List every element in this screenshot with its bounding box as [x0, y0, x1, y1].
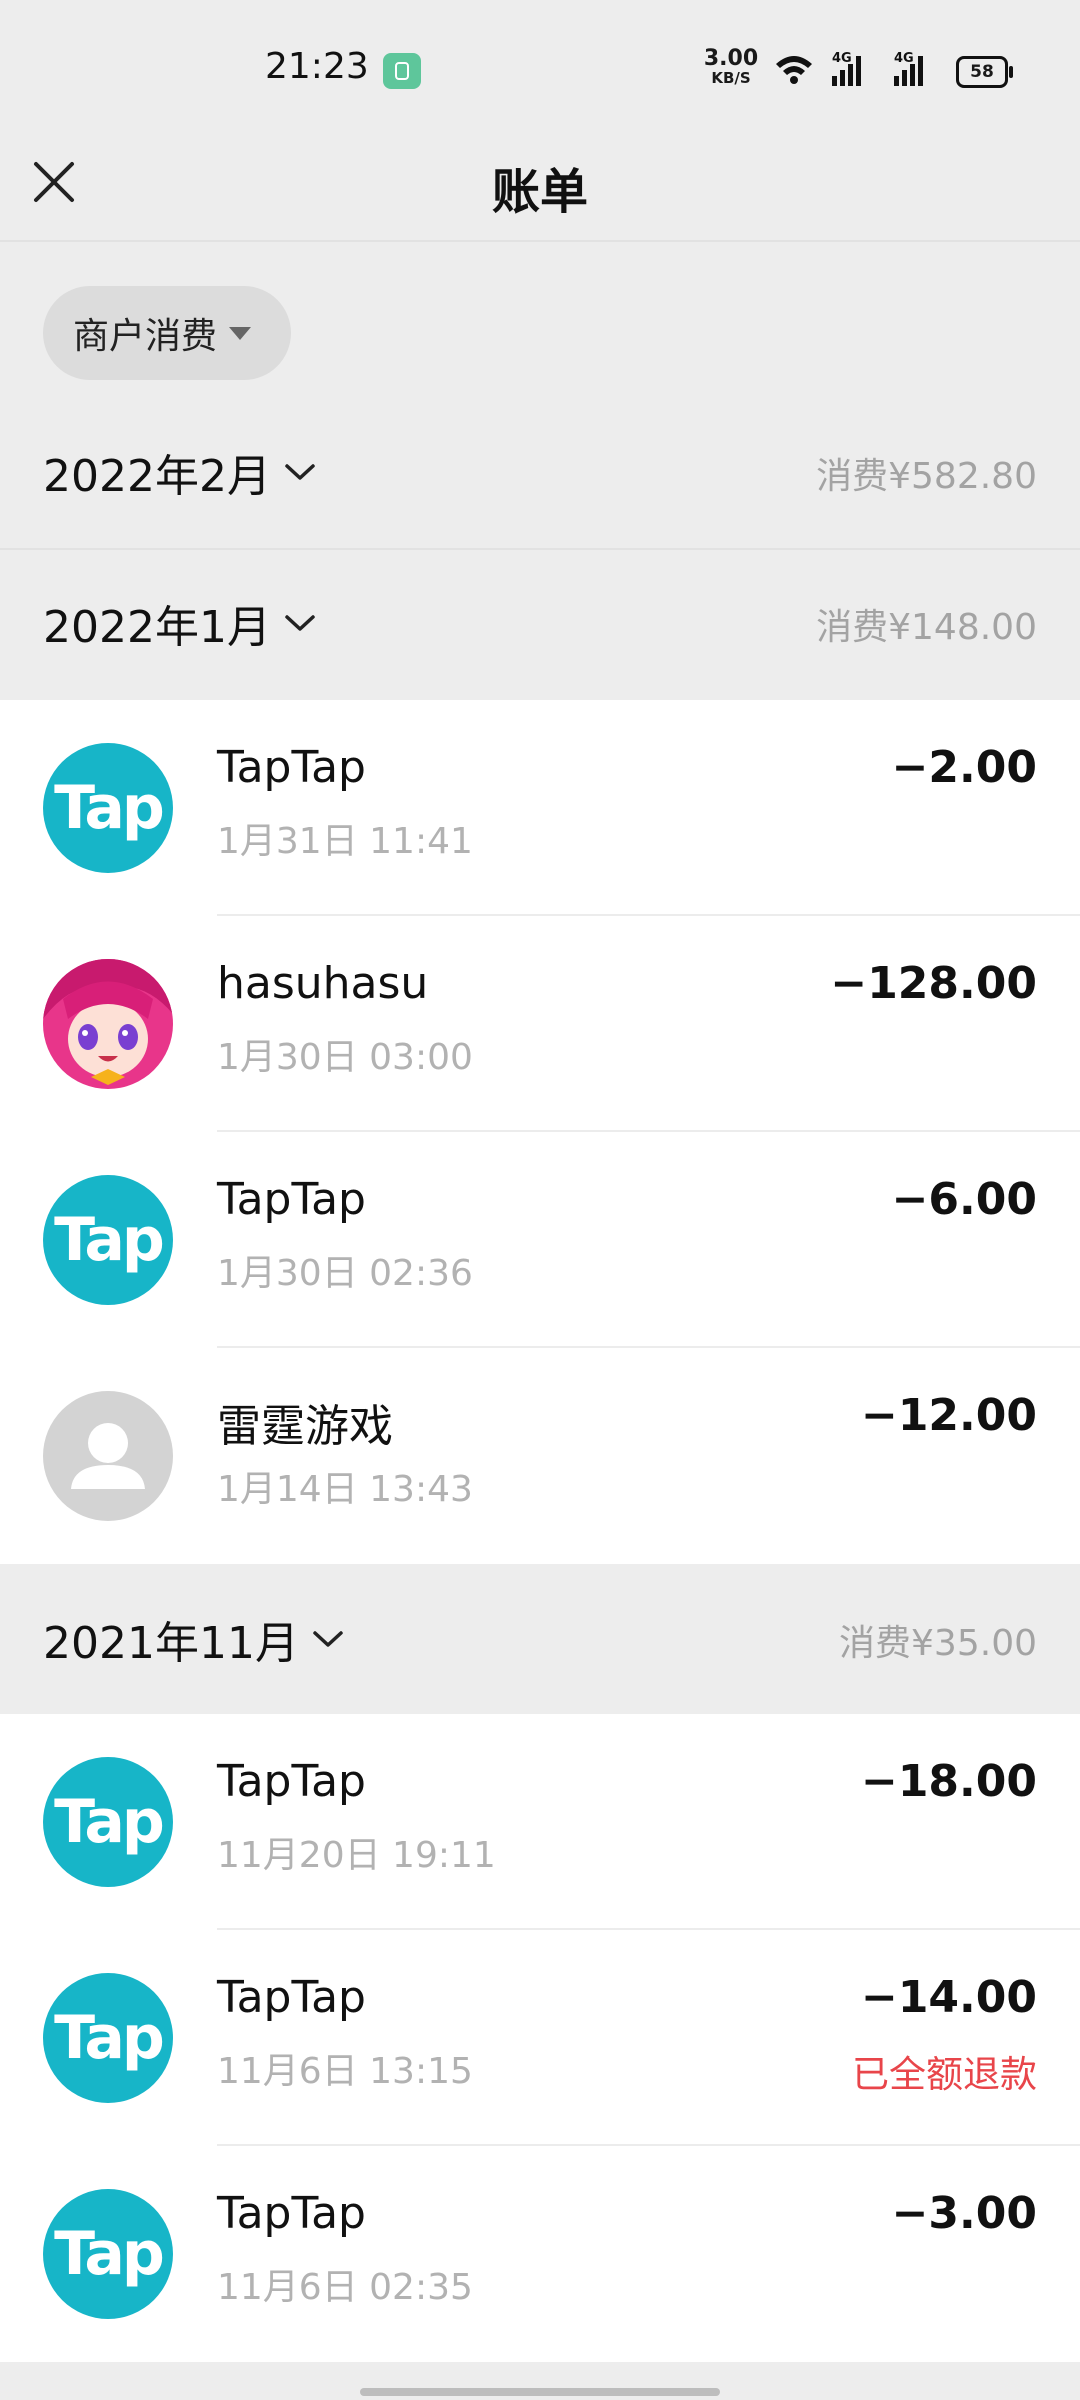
cellular-signal-icon-1: 4G: [832, 51, 861, 86]
taptap-avatar: Tap: [43, 743, 173, 873]
merchant-name: TapTap: [217, 1174, 366, 1225]
list-item[interactable]: hasuhasu 1月30日 03:00 −128.00: [0, 916, 1080, 1132]
avatar-text: Tap: [54, 1787, 165, 1857]
month-selector[interactable]: 2021年11月: [43, 1607, 345, 1671]
transaction-amount: −18.00: [860, 1756, 1037, 1807]
avatar-text: Tap: [54, 773, 165, 843]
battery-icon: 58: [956, 56, 1013, 88]
transaction-list-2021-11: Tap TapTap 11月20日 19:11 −18.00 Tap TapTa…: [0, 1714, 1080, 2362]
transaction-list-2022-01: Tap TapTap 1月31日 11:41 −2.00 hasuhasu 1月…: [0, 700, 1080, 1564]
status-bar: 21:23 3.00 KB/S 4G 4G 58: [0, 0, 1080, 140]
taptap-avatar: Tap: [43, 1973, 173, 2103]
list-item[interactable]: Tap TapTap 11月6日 02:35 −3.00: [0, 2146, 1080, 2362]
list-item[interactable]: Tap TapTap 11月20日 19:11 −18.00: [0, 1714, 1080, 1930]
merchant-name: TapTap: [217, 1972, 366, 2023]
month-header-2022-01[interactable]: 2022年1月 消费¥148.00: [0, 546, 1080, 696]
status-time: 21:23: [265, 46, 369, 87]
transaction-time: 1月30日 03:00: [217, 1037, 473, 1078]
wifi-icon: [776, 56, 812, 84]
transaction-time: 1月31日 11:41: [217, 821, 473, 862]
default-user-icon: [71, 1423, 145, 1489]
anime-avatar-image: [43, 959, 173, 1089]
transaction-amount: −3.00: [891, 2188, 1037, 2239]
caret-down-icon: [229, 326, 251, 340]
transaction-amount: −12.00: [860, 1390, 1037, 1441]
list-item[interactable]: Tap TapTap 11月6日 13:15 −14.00 已全额退款: [0, 1930, 1080, 2146]
merchant-name: TapTap: [217, 2188, 366, 2239]
taptap-avatar: Tap: [43, 2189, 173, 2319]
nav-divider: [0, 240, 1080, 242]
network-speed-unit: KB/S: [711, 69, 751, 87]
month-label: 2022年1月: [43, 602, 271, 653]
transaction-time: 1月14日 13:43: [217, 1469, 473, 1510]
avatar-text: Tap: [54, 2219, 165, 2289]
transaction-amount: −14.00: [860, 1972, 1037, 2023]
cellular-signal-icon-2: 4G: [894, 51, 923, 86]
merchant-name: hasuhasu: [217, 958, 429, 1009]
month-selector[interactable]: 2022年2月: [43, 440, 317, 504]
month-total: 消费¥35.00: [839, 1623, 1037, 1664]
network-speed: 3.00 KB/S: [700, 46, 762, 87]
default-user-avatar: [43, 1391, 173, 1521]
month-label: 2021年11月: [43, 1618, 299, 1669]
month-selector[interactable]: 2022年1月: [43, 591, 317, 655]
chevron-down-icon: [285, 464, 315, 480]
transaction-time: 11月6日 13:15: [217, 2051, 473, 2092]
chevron-down-icon: [285, 615, 315, 631]
home-indicator[interactable]: [360, 2388, 720, 2396]
hasuhasu-avatar: [43, 959, 173, 1089]
filter-label: 商户消费: [72, 316, 217, 357]
merchant-name: TapTap: [217, 1756, 366, 1807]
chevron-down-icon: [313, 1631, 343, 1647]
transaction-amount: −128.00: [830, 958, 1037, 1009]
month-header-2022-02[interactable]: 2022年2月 消费¥582.80: [0, 395, 1080, 545]
list-item[interactable]: Tap TapTap 1月31日 11:41 −2.00: [0, 700, 1080, 916]
merchant-name: TapTap: [217, 742, 366, 793]
merchant-name: 雷霆游戏: [217, 1401, 393, 1452]
avatar-text: Tap: [54, 2003, 165, 2073]
signal-icons: 4G 4G: [776, 51, 923, 86]
month-total: 消费¥148.00: [816, 607, 1037, 648]
network-label-2: 4G: [894, 51, 914, 66]
notification-app-icon: [383, 53, 421, 89]
transaction-time: 1月30日 02:36: [217, 1253, 473, 1294]
taptap-avatar: Tap: [43, 1175, 173, 1305]
refund-status: 已全额退款: [852, 2053, 1037, 2096]
network-speed-value: 3.00: [703, 46, 759, 71]
transaction-time: 11月20日 19:11: [217, 1835, 496, 1876]
taptap-avatar: Tap: [43, 1757, 173, 1887]
list-item[interactable]: 雷霆游戏 1月14日 13:43 −12.00: [0, 1348, 1080, 1564]
avatar-text: Tap: [54, 1205, 165, 1275]
network-label-1: 4G: [832, 51, 852, 66]
nav-bar: 账单: [0, 120, 1080, 240]
transaction-amount: −2.00: [891, 742, 1037, 793]
month-header-2021-11[interactable]: 2021年11月 消费¥35.00: [0, 1562, 1080, 1712]
transaction-time: 11月6日 02:35: [217, 2267, 473, 2308]
month-total: 消费¥582.80: [816, 456, 1037, 497]
list-item[interactable]: Tap TapTap 1月30日 02:36 −6.00: [0, 1132, 1080, 1348]
filter-dropdown[interactable]: 商户消费: [43, 286, 291, 380]
page-title: 账单: [491, 164, 588, 220]
month-label: 2022年2月: [43, 451, 271, 502]
transaction-amount: −6.00: [891, 1174, 1037, 1225]
